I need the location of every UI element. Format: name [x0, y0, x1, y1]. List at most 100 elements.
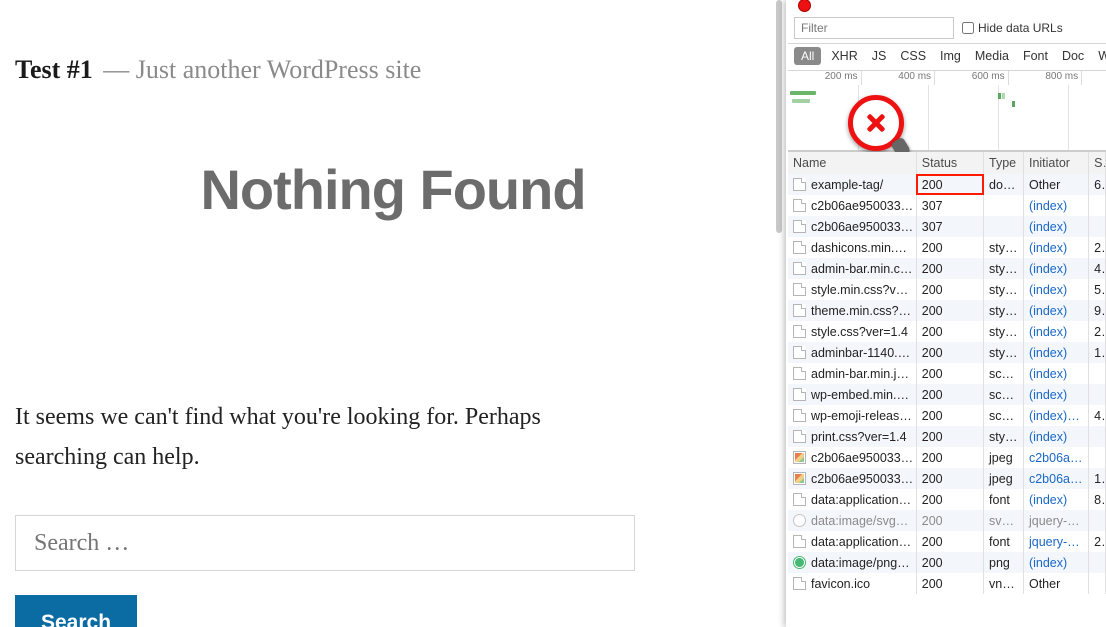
request-initiator[interactable]: (index) [1023, 237, 1088, 258]
request-name: c2b06ae950033… [811, 199, 913, 213]
record-icon[interactable] [798, 0, 811, 12]
file-icon [793, 535, 806, 548]
column-name[interactable]: Name [788, 152, 916, 174]
network-table: Name Status Type Initiator S example-tag… [788, 152, 1106, 627]
site-tagline-dash: — [103, 55, 129, 84]
ruler-tick: 800 ms [1009, 71, 1083, 85]
request-initiator[interactable]: (index) [1023, 258, 1088, 279]
table-row[interactable]: data:image/svg…200sv…jquery-… [788, 510, 1106, 531]
request-initiator[interactable]: (index) [1023, 300, 1088, 321]
request-name: print.css?ver=1.4 [811, 430, 907, 444]
request-initiator[interactable]: c2b06a… [1023, 468, 1088, 489]
devtools-network-panel: Filter Hide data URLs All XHR JS CSS Img… [786, 0, 1106, 627]
request-type [984, 216, 1024, 237]
column-status[interactable]: Status [916, 152, 983, 174]
filter-ws[interactable]: WS [1094, 47, 1106, 65]
filter-font[interactable]: Font [1019, 47, 1052, 65]
site-title[interactable]: Test #1 [15, 55, 93, 84]
hide-data-urls-checkbox[interactable]: Hide data URLs [962, 21, 1063, 35]
filter-css[interactable]: CSS [896, 47, 930, 65]
table-row[interactable]: dashicons.min.…200sty…(index)2 [788, 237, 1106, 258]
request-name: theme.min.css?… [811, 304, 911, 318]
request-status: 200 [916, 405, 983, 426]
table-row[interactable]: example-tag/200do…Other6 [788, 174, 1106, 195]
request-size [1089, 216, 1106, 237]
table-row[interactable]: data:application…200font(index)8 [788, 489, 1106, 510]
table-row[interactable]: wp-emoji-releas…200scr…(index):274 [788, 405, 1106, 426]
table-row[interactable]: c2b06ae950033…200jpegc2b06a…1 [788, 468, 1106, 489]
table-row[interactable]: wp-embed.min.…200scr…(index) [788, 384, 1106, 405]
filter-img[interactable]: Img [936, 47, 965, 65]
request-status: 200 [916, 258, 983, 279]
request-initiator[interactable]: Other [1023, 573, 1088, 594]
filter-xhr[interactable]: XHR [827, 47, 861, 65]
request-status: 200 [916, 552, 983, 573]
filter-input[interactable]: Filter [794, 17, 954, 39]
request-name: data:application… [811, 493, 911, 507]
timeline-ruler[interactable]: 200 ms 400 ms 600 ms 800 ms [788, 71, 1106, 152]
table-row[interactable]: theme.min.css?…200sty…(index)9 [788, 300, 1106, 321]
request-initiator[interactable]: (index) [1023, 342, 1088, 363]
search-button[interactable]: Search [15, 595, 137, 627]
column-initiator[interactable]: Initiator [1023, 152, 1088, 174]
request-type: font [984, 489, 1024, 510]
table-row[interactable]: adminbar-1140.…200sty…(index)1 [788, 342, 1106, 363]
request-type: sty… [984, 279, 1024, 300]
request-initiator[interactable]: (index) [1023, 552, 1088, 573]
request-status: 200 [916, 279, 983, 300]
table-row[interactable]: print.css?ver=1.4200sty…(index) [788, 426, 1106, 447]
request-size: 4 [1089, 405, 1106, 426]
table-row[interactable]: data:application…200fontjquery-…2 [788, 531, 1106, 552]
request-initiator[interactable]: jquery-… [1023, 510, 1088, 531]
table-row[interactable]: style.css?ver=1.4200sty…(index)2 [788, 321, 1106, 342]
file-icon [793, 199, 806, 212]
table-row[interactable]: admin-bar.min.c…200sty…(index)4 [788, 258, 1106, 279]
request-initiator[interactable]: (index) [1023, 384, 1088, 405]
request-name: wp-emoji-releas… [811, 409, 912, 423]
request-size [1089, 384, 1106, 405]
hide-data-urls-box[interactable] [962, 22, 974, 34]
request-type: sty… [984, 300, 1024, 321]
request-initiator[interactable]: c2b06a… [1023, 447, 1088, 468]
request-type: jpeg [984, 468, 1024, 489]
filter-doc[interactable]: Doc [1058, 47, 1088, 65]
table-row[interactable]: favicon.ico200vn…Other [788, 573, 1106, 594]
table-row[interactable]: admin-bar.min.j…200scr…(index) [788, 363, 1106, 384]
table-row[interactable]: c2b06ae950033…307(index) [788, 216, 1106, 237]
filter-media[interactable]: Media [971, 47, 1013, 65]
search-input[interactable] [15, 515, 635, 571]
filter-js[interactable]: JS [868, 47, 891, 65]
file-icon [793, 430, 806, 443]
nothing-found-heading: Nothing Found [15, 157, 771, 222]
request-initiator[interactable]: (index) [1023, 489, 1088, 510]
request-type: sty… [984, 237, 1024, 258]
request-name: c2b06ae950033… [811, 472, 913, 486]
page-scrollbar[interactable] [776, 0, 782, 233]
column-type[interactable]: Type [984, 152, 1024, 174]
request-initiator[interactable]: (index) [1023, 216, 1088, 237]
table-row[interactable]: c2b06ae950033…307(index) [788, 195, 1106, 216]
request-status: 200 [916, 531, 983, 552]
request-initiator[interactable]: (index) [1023, 279, 1088, 300]
request-status: 200 [916, 573, 983, 594]
request-initiator[interactable]: jquery-… [1023, 531, 1088, 552]
request-initiator[interactable]: (index) [1023, 195, 1088, 216]
column-size[interactable]: S [1089, 152, 1106, 174]
request-initiator[interactable]: (index) [1023, 426, 1088, 447]
request-size [1089, 510, 1106, 531]
request-size [1089, 195, 1106, 216]
table-row[interactable]: c2b06ae950033…200jpegc2b06a… [788, 447, 1106, 468]
request-initiator[interactable]: (index):27 [1023, 405, 1088, 426]
table-row[interactable]: style.min.css?v…200sty…(index)5 [788, 279, 1106, 300]
request-type: sty… [984, 321, 1024, 342]
request-initiator[interactable]: Other [1023, 174, 1088, 195]
table-row[interactable]: data:image/png…200png(index) [788, 552, 1106, 573]
request-status: 200 [916, 342, 983, 363]
request-initiator[interactable]: (index) [1023, 321, 1088, 342]
request-initiator[interactable]: (index) [1023, 363, 1088, 384]
file-icon [793, 283, 806, 296]
filter-all[interactable]: All [794, 47, 821, 65]
request-size [1089, 552, 1106, 573]
request-name: wp-embed.min.… [811, 388, 909, 402]
filter-placeholder: Filter [801, 21, 828, 35]
